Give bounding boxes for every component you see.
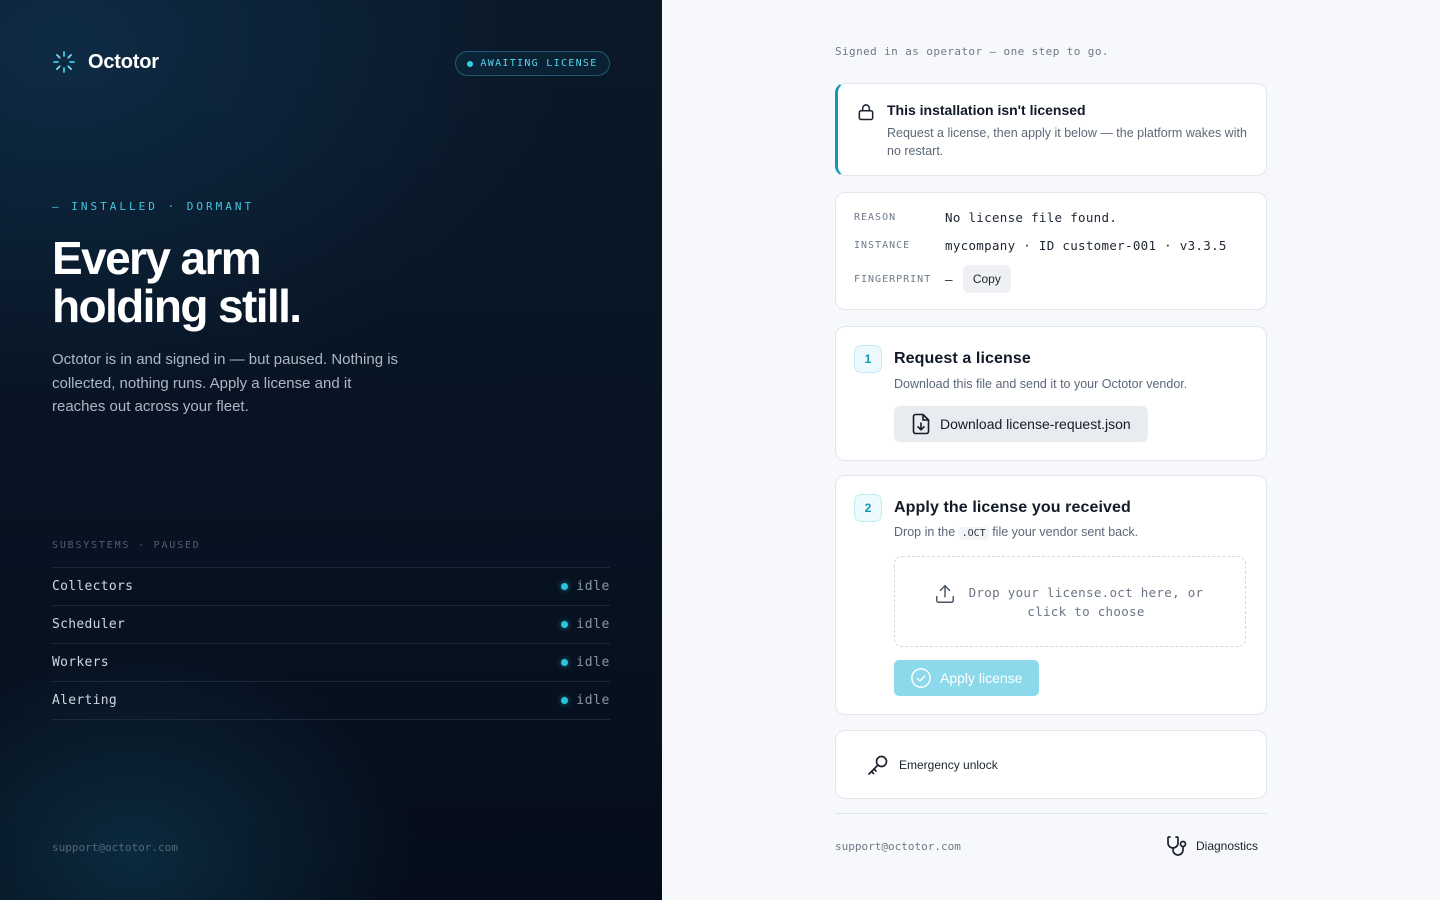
subsystem-status-label: idle (576, 693, 610, 708)
download-button-label: Download license-request.json (940, 416, 1131, 432)
list-item: Alerting idle (52, 682, 610, 720)
hero-eyebrow: — INSTALLED · DORMANT (52, 200, 255, 213)
hero-title-line-2: holding still. (52, 280, 302, 332)
subsystem-name: Scheduler (52, 617, 126, 632)
diagnostics-button[interactable]: Diagnostics (1165, 834, 1258, 858)
dropzone-label: Drop your license.oct here, or click to … (968, 584, 1204, 619)
step-subtitle-post: file your vendor sent back. (988, 525, 1139, 539)
status-dot (561, 583, 569, 590)
diagnostics-label: Diagnostics (1196, 839, 1259, 853)
file-extension-code: .OCT (958, 527, 989, 540)
status-badge-label: AWAITING LICENSE (480, 58, 598, 69)
sparkle-spinner-icon (53, 51, 75, 73)
instance-row: INSTANCE mycompany · ID customer-001 · v… (854, 238, 1227, 253)
reason-label: REASON (854, 212, 897, 223)
license-alert: This installation isn't licensed Request… (835, 83, 1267, 176)
status-dot (561, 621, 569, 628)
fingerprint-row: FINGERPRINT — Copy (854, 265, 1011, 293)
brand-name: Octotor (88, 50, 159, 73)
fingerprint-value: — (945, 271, 953, 287)
emergency-unlock-label: Emergency unlock (899, 757, 998, 772)
signed-in-note: Signed in as operator — one step to go. (835, 45, 1109, 58)
copy-fingerprint-button[interactable]: Copy (962, 265, 1011, 293)
list-item: Workers idle (52, 644, 610, 682)
left-panel: Octotor AWAITING LICENSE — INSTALLED · D… (0, 0, 662, 900)
hero-title-line-1: Every arm (52, 232, 262, 284)
status-dot (561, 659, 569, 666)
support-email-link[interactable]: support@octotor.com (835, 840, 961, 853)
subsystems-list: Collectors idle Scheduler idle Workers i… (52, 567, 610, 720)
step-title: Apply the license you received (894, 499, 1131, 516)
fingerprint-label: FINGERPRINT (854, 273, 932, 285)
apply-button-label: Apply license (940, 670, 1023, 686)
brand[interactable]: Octotor (52, 50, 159, 74)
subsystem-name: Alerting (52, 693, 118, 708)
upload-icon (936, 584, 954, 603)
subsystem-status: idle (561, 693, 610, 708)
subsystem-status: idle (561, 617, 610, 632)
emergency-unlock-button[interactable]: Emergency unlock (835, 730, 1267, 799)
subsystem-name: Collectors (52, 579, 134, 594)
subsystems-heading: SUBSYSTEMS · PAUSED (52, 540, 201, 551)
step-apply-license: 2 Apply the license you received Drop in… (835, 475, 1267, 715)
step-subtitle-pre: Drop in the (894, 525, 959, 539)
step-subtitle: Download this file and send it to your O… (894, 377, 1188, 391)
instance-value: mycompany · ID customer-001 · v3.3.5 (945, 238, 1227, 253)
status-dot (467, 60, 474, 67)
stethoscope-icon (1167, 836, 1187, 856)
status-badge: AWAITING LICENSE (455, 51, 610, 76)
subsystem-status-label: idle (576, 617, 610, 632)
alert-title: This installation isn't licensed (887, 102, 1086, 118)
subsystem-name: Workers (52, 655, 109, 670)
subsystem-status: idle (561, 579, 610, 594)
list-item: Collectors idle (52, 568, 610, 606)
key-icon (868, 755, 888, 775)
download-license-request-button[interactable]: Download license-request.json (894, 406, 1148, 442)
step-subtitle: Drop in the .OCT file your vendor sent b… (894, 525, 1139, 540)
right-panel: Signed in as operator — one step to go. … (662, 0, 1440, 900)
license-details: REASON No license file found. INSTANCE m… (835, 192, 1267, 310)
alert-subtitle: Request a license, then apply it below —… (887, 126, 1247, 158)
subsystem-status-label: idle (576, 655, 610, 670)
subsystem-status-label: idle (576, 579, 610, 594)
apply-license-button[interactable]: Apply license (894, 660, 1039, 696)
file-download-icon (912, 413, 930, 435)
license-dropzone[interactable]: Drop your license.oct here, or click to … (894, 556, 1246, 647)
step-title: Request a license (894, 350, 1031, 367)
lock-icon (858, 104, 874, 121)
status-dot (561, 697, 569, 704)
step-number: 2 (854, 494, 882, 522)
hero-lead: Octotor is in and signed in — but paused… (52, 351, 399, 415)
support-email-link[interactable]: support@octotor.com (52, 841, 178, 854)
footer-divider (835, 813, 1267, 814)
step-number: 1 (854, 345, 882, 373)
subsystem-status: idle (561, 655, 610, 670)
hero-title: Every arm holding still. (52, 234, 472, 330)
reason-value: No license file found. (945, 210, 1118, 225)
check-circle-icon (911, 668, 931, 688)
list-item: Scheduler idle (52, 606, 610, 644)
instance-label: INSTANCE (854, 240, 911, 251)
reason-row: REASON No license file found. (854, 210, 1117, 225)
step-request-license: 1 Request a license Download this file a… (835, 326, 1267, 461)
